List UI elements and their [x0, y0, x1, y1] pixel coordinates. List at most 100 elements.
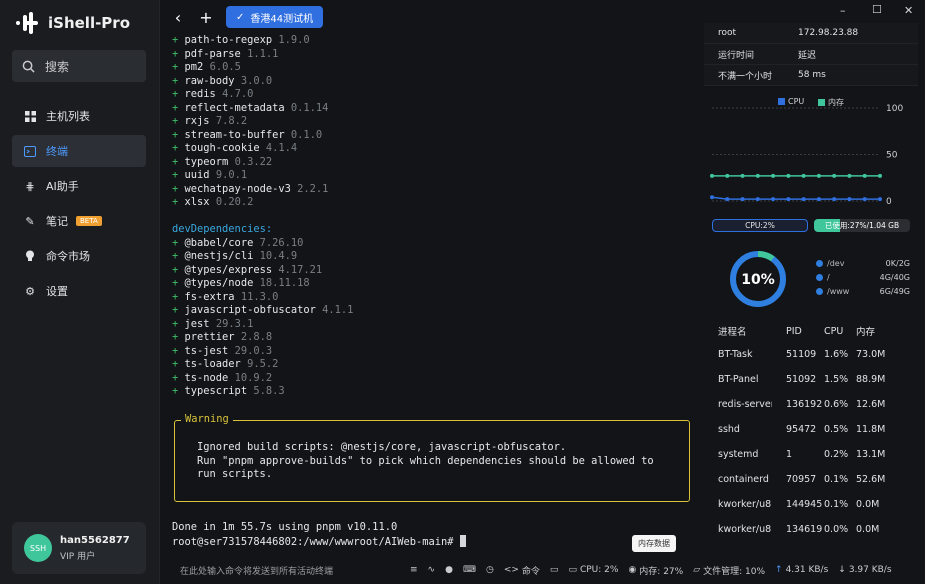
dependency-line: + ts-loader 9.5.2 [172, 358, 279, 370]
table-cell: 88.9M [856, 374, 886, 385]
user-name: han5562877 [60, 534, 130, 546]
table-row[interactable]: systemd 1 0.2% 13.1M [704, 442, 918, 467]
data-point [832, 197, 837, 202]
filter-icon[interactable]: ≡ [410, 565, 418, 575]
terminal-output[interactable]: + path-to-regexp 1.9.0 + pdf-parse 1.1.1 +… [164, 32, 694, 552]
bulb-icon[interactable]: ● [445, 565, 453, 575]
table-row[interactable]: redis-server 136192 0.6% 12.6M [704, 392, 918, 417]
dependency-line: + redis 4.7.0 [172, 88, 254, 100]
warning-title: Warning [181, 413, 233, 425]
y-tick-label: 100 [886, 104, 903, 114]
data-point [832, 173, 837, 178]
memory-bar: 已使用:27%/1.04 GB [814, 219, 910, 232]
info-row: root 172.98.23.88 [704, 23, 918, 44]
command-button[interactable]: <> 命令 [504, 564, 540, 577]
process-table: 进程名 PID CPU 内存 BT-Task 51109 1.6% 73.0M BT-P… [704, 320, 918, 542]
data-point [847, 197, 852, 202]
table-row[interactable]: BT-Panel 51092 1.5% 88.9M [704, 367, 918, 392]
file-manager-status[interactable]: ▱ 文件管理: 10% [693, 564, 765, 577]
table-cell: 51092 [786, 374, 817, 385]
table-cell: containerd [718, 474, 769, 485]
data-point [710, 195, 714, 200]
warning-text: Ignored build scripts: @nestjs/core, jav… [197, 441, 654, 480]
data-point [786, 173, 791, 178]
table-row[interactable]: kworker/u8:... 1449450.1% 0.0M [704, 492, 918, 517]
user-card[interactable]: SSH han5562877 VIP 用户 [12, 522, 146, 574]
user-role: VIP 用户 [60, 551, 96, 562]
dependency-line: + prettier 2.8.8 [172, 331, 273, 343]
back-button[interactable]: ‹ [170, 8, 186, 27]
keyboard-icon[interactable]: ⌨ [463, 565, 476, 575]
data-point [755, 173, 760, 178]
dependency-line: + @types/express 4.17.21 [172, 263, 323, 276]
sidebar-item-command-market[interactable]: 命令市场 [12, 240, 146, 272]
grid-icon [24, 110, 36, 122]
dependency-line: + typescript 5.8.3 [172, 385, 285, 397]
prompt-line[interactable]: root@ser731578446802:/www/wwwroot/AIWeb-… [172, 535, 466, 549]
sidebar-item-host-list[interactable]: 主机列表 [12, 100, 146, 132]
data-point [725, 197, 730, 202]
server-info: root 172.98.23.88 运行时间 延迟 不满一个小时 58 ms [704, 23, 918, 86]
table-cell: 0.1% [824, 499, 849, 510]
table-cell: 0.2% [824, 449, 849, 460]
info-row: 不满一个小时 58 ms [704, 65, 918, 86]
minimize-icon[interactable]: – [840, 4, 846, 17]
dependency-line: + reflect-metadata 0.1.14 [172, 101, 329, 114]
table-cell: 12.6M [856, 399, 886, 410]
tab-label: 香港44测试机 [250, 13, 314, 25]
dependency-line: + uuid 9.0.1 [172, 169, 248, 181]
sidebar-nav: 主机列表 终端 ⋕ AI助手 ✎ 笔记 BETA 命令市场 ⚙ 设置 [12, 100, 146, 310]
clock-icon[interactable]: ◷ [486, 565, 494, 575]
sidebar-item-settings[interactable]: ⚙ 设置 [12, 275, 146, 307]
bulb-icon [24, 250, 36, 262]
table-cell: 0.1% [824, 474, 849, 485]
table-cell: 136192 [786, 399, 823, 410]
table-row[interactable]: containerd 70957 0.1% 52.6M [704, 467, 918, 492]
disk-row: /4G/40G [816, 273, 910, 282]
table-cell: 0.6% [824, 399, 849, 410]
sidebar-item-terminal[interactable]: 终端 [12, 135, 146, 167]
dependency-line: + @nestjs/cli 10.4.9 [172, 250, 298, 262]
dependency-line: + raw-body 3.0.0 [172, 74, 273, 87]
sidebar-item-ai[interactable]: ⋕ AI助手 [12, 170, 146, 202]
table-header: 进程名 PID CPU 内存 [718, 325, 876, 339]
sidebar-item-notes[interactable]: ✎ 笔记 BETA [12, 205, 146, 237]
data-point [816, 173, 821, 178]
resource-chart: 100 50 0 [710, 104, 903, 207]
check-icon: ✓ [236, 11, 245, 23]
data-point [878, 197, 882, 202]
sidebar-item-label: 主机列表 [46, 110, 90, 123]
table-cell: 134619 [786, 524, 823, 535]
table-cell: kworker/u8:... [718, 499, 772, 510]
terminal-icon [24, 145, 36, 157]
dependency-line: + jest 29.3.1 [172, 317, 254, 330]
dependency-line: + ts-jest 29.0.3 [172, 344, 273, 357]
add-tab-button[interactable]: + [198, 8, 214, 27]
maximize-icon[interactable]: ☐ [872, 3, 882, 16]
tab-server[interactable]: ✓ 香港44测试机 [226, 6, 324, 28]
close-icon[interactable]: ✕ [904, 4, 913, 17]
sidebar-item-label: 笔记 [46, 215, 68, 228]
table-row[interactable]: BT-Task 51109 1.6% 73.0M [704, 342, 918, 367]
table-cell: 0.0M [856, 499, 880, 510]
search-input[interactable]: 搜索 [12, 50, 146, 82]
table-row[interactable]: kworker/u8:... 1346190.0% 0.0M [704, 517, 918, 542]
table-row[interactable]: sshd 95472 0.5% 11.8M [704, 417, 918, 442]
sidebar-item-label: AI助手 [46, 180, 79, 193]
data-point [801, 197, 806, 202]
note-icon: ✎ [25, 214, 35, 228]
dependency-line: + stream-to-buffer 0.1.0 [172, 128, 323, 141]
dependency-line: + xlsx 0.20.2 [172, 196, 254, 208]
broadcast-input[interactable]: 在此处输入命令将发送到所有活动终端 [160, 564, 410, 577]
mem-status: ◉ 内存: 27% [628, 565, 684, 577]
info-row: 运行时间 延迟 [704, 44, 918, 65]
layout-icon[interactable]: ▭ [550, 565, 559, 575]
table-cell: redis-server [718, 399, 772, 410]
data-point [862, 197, 867, 202]
dependency-line: + tough-cookie 4.1.4 [172, 142, 298, 154]
data-point [878, 173, 882, 178]
table-cell: systemd [718, 449, 759, 460]
done-line: Done in 1m 55.7s using pnpm v10.11.0 [172, 521, 398, 533]
pulse-icon[interactable]: ∿ [428, 565, 436, 575]
warning-box: Warning Ignored build scripts: @nestjs/co… [174, 413, 690, 502]
